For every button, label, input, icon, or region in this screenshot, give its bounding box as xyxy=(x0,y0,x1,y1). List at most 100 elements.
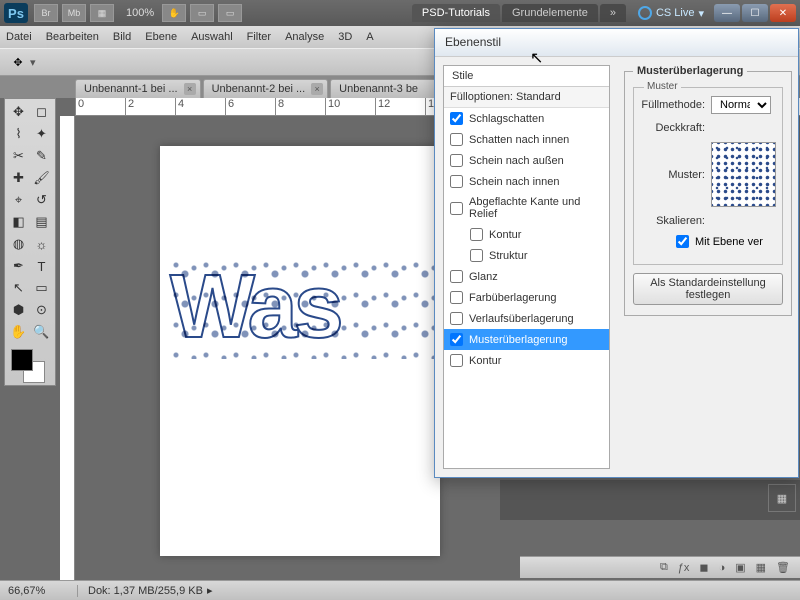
view-extras-button[interactable]: ▦ xyxy=(90,4,114,22)
active-tool-icon[interactable]: ✥ xyxy=(8,52,28,72)
wand-tool[interactable]: ✦ xyxy=(30,123,53,145)
shape-tool[interactable]: ▭ xyxy=(30,277,53,299)
color-swatches[interactable] xyxy=(7,347,53,383)
close-icon[interactable]: × xyxy=(184,83,196,95)
cs-live[interactable]: CS Live ▾ xyxy=(638,6,704,20)
doc-tab-2[interactable]: Unbenannt-2 bei ...× xyxy=(203,79,329,98)
lasso-tool[interactable]: ⌇ xyxy=(7,123,30,145)
newlayer-icon[interactable]: ▦ xyxy=(756,561,766,574)
adjustment-icon[interactable]: ◑ xyxy=(719,562,726,574)
style-checkbox[interactable] xyxy=(450,112,463,125)
style-item-10[interactable]: Musterüberlagerung xyxy=(444,329,609,350)
trash-icon[interactable]: 🗑 xyxy=(776,561,790,574)
style-item-6[interactable]: Struktur xyxy=(444,245,609,266)
panel-icon[interactable]: ▦ xyxy=(768,484,796,512)
eyedropper-tool[interactable]: ✎ xyxy=(30,145,53,167)
menu-ansicht[interactable]: A xyxy=(366,31,373,43)
pattern-swatch[interactable] xyxy=(711,142,776,207)
style-item-1[interactable]: Schatten nach innen xyxy=(444,129,609,150)
doc-tab-3[interactable]: Unbenannt-3 be xyxy=(330,79,441,98)
style-item-4[interactable]: Abgeflachte Kante und Relief xyxy=(444,192,609,224)
blend-mode-select[interactable]: Normal xyxy=(711,96,771,114)
pen-tool[interactable]: ✒ xyxy=(7,255,30,277)
hand-tool[interactable]: ✋ xyxy=(7,321,30,343)
path-tool[interactable]: ↖ xyxy=(7,277,30,299)
maximize-button[interactable]: ☐ xyxy=(742,4,768,22)
chevron-right-icon[interactable]: ▸ xyxy=(207,584,213,597)
fg-color[interactable] xyxy=(11,349,33,371)
canvas[interactable]: Was xyxy=(160,146,440,556)
workspace-tab-grund[interactable]: Grundelemente xyxy=(502,4,598,22)
menu-datei[interactable]: Datei xyxy=(6,31,32,43)
style-item-2[interactable]: Schein nach außen xyxy=(444,150,609,171)
zoom-level[interactable]: 100% xyxy=(126,7,154,19)
style-checkbox[interactable] xyxy=(450,312,463,325)
style-checkbox[interactable] xyxy=(470,228,483,241)
style-checkbox[interactable] xyxy=(470,249,483,262)
style-item-11[interactable]: Kontur xyxy=(444,350,609,371)
minimize-button[interactable]: — xyxy=(714,4,740,22)
fx-icon[interactable]: ƒx xyxy=(678,562,690,574)
style-label: Schein nach außen xyxy=(469,155,564,167)
workspace-more[interactable]: » xyxy=(600,4,626,22)
marquee-tool[interactable]: ◻ xyxy=(30,101,53,123)
status-docsize[interactable]: Dok: 1,37 MB/255,9 KB xyxy=(78,585,203,597)
doc-tab-1[interactable]: Unbenannt-1 bei ...× xyxy=(75,79,201,98)
fill-options-header[interactable]: Fülloptionen: Standard xyxy=(444,87,609,108)
style-item-3[interactable]: Schein nach innen xyxy=(444,171,609,192)
camera-tool[interactable]: ⊙ xyxy=(30,299,53,321)
style-item-9[interactable]: Verlaufsüberlagerung xyxy=(444,308,609,329)
mask-icon[interactable]: ◼ xyxy=(699,561,708,574)
style-checkbox[interactable] xyxy=(450,354,463,367)
close-icon[interactable]: × xyxy=(311,83,323,95)
eraser-tool[interactable]: ◧ xyxy=(7,211,30,233)
type-tool[interactable]: T xyxy=(30,255,53,277)
minibridge-button[interactable]: Mb xyxy=(62,4,86,22)
menu-auswahl[interactable]: Auswahl xyxy=(191,31,233,43)
make-default-button[interactable]: Als Standardeinstellung festlegen xyxy=(633,273,783,305)
crop-tool[interactable]: ✂ xyxy=(7,145,30,167)
screen-mode-button[interactable]: ▭ xyxy=(218,4,242,22)
close-button[interactable]: ✕ xyxy=(770,4,796,22)
zoom-tool[interactable]: 🔍 xyxy=(30,321,53,343)
menu-bearbeiten[interactable]: Bearbeiten xyxy=(46,31,99,43)
brush-tool[interactable]: 🖌 xyxy=(30,167,53,189)
menu-filter[interactable]: Filter xyxy=(247,31,271,43)
heal-tool[interactable]: ✚ xyxy=(7,167,30,189)
blur-tool[interactable]: ◍ xyxy=(7,233,30,255)
3d-tool[interactable]: ⬢ xyxy=(7,299,30,321)
move-dropdown-icon[interactable]: ▾ xyxy=(30,56,36,69)
workspace-tab-tutorials[interactable]: PSD-Tutorials xyxy=(412,4,500,22)
app-logo: Ps xyxy=(4,3,28,23)
history-tool[interactable]: ↺ xyxy=(30,189,53,211)
menu-3d[interactable]: 3D xyxy=(338,31,352,43)
stamp-tool[interactable]: ⌖ xyxy=(7,189,30,211)
style-item-7[interactable]: Glanz xyxy=(444,266,609,287)
style-checkbox[interactable] xyxy=(450,133,463,146)
bridge-button[interactable]: Br xyxy=(34,4,58,22)
hand-button[interactable]: ✋ xyxy=(162,4,186,22)
status-zoom[interactable]: 66,67% xyxy=(8,585,78,597)
link-icon[interactable]: ⧉ xyxy=(660,561,668,574)
dodge-tool[interactable]: ☼ xyxy=(30,233,53,255)
style-checkbox[interactable] xyxy=(450,270,463,283)
dialog-title[interactable]: Ebenenstil xyxy=(435,29,798,57)
style-checkbox[interactable] xyxy=(450,202,463,215)
move-tool[interactable]: ✥ xyxy=(7,101,30,123)
style-item-5[interactable]: Kontur xyxy=(444,224,609,245)
styles-header[interactable]: Stile xyxy=(444,66,609,87)
style-item-0[interactable]: Schlagschatten xyxy=(444,108,609,129)
snap-checkbox[interactable] xyxy=(676,235,689,248)
ruler-vertical[interactable] xyxy=(60,116,75,580)
style-checkbox[interactable] xyxy=(450,175,463,188)
gradient-tool[interactable]: ▤ xyxy=(30,211,53,233)
folder-icon[interactable]: ▣ xyxy=(735,561,745,574)
style-item-8[interactable]: Farbüberlagerung xyxy=(444,287,609,308)
style-checkbox[interactable] xyxy=(450,154,463,167)
menu-analyse[interactable]: Analyse xyxy=(285,31,324,43)
style-checkbox[interactable] xyxy=(450,333,463,346)
menu-bild[interactable]: Bild xyxy=(113,31,131,43)
arrange-button[interactable]: ▭ xyxy=(190,4,214,22)
menu-ebene[interactable]: Ebene xyxy=(145,31,177,43)
style-checkbox[interactable] xyxy=(450,291,463,304)
